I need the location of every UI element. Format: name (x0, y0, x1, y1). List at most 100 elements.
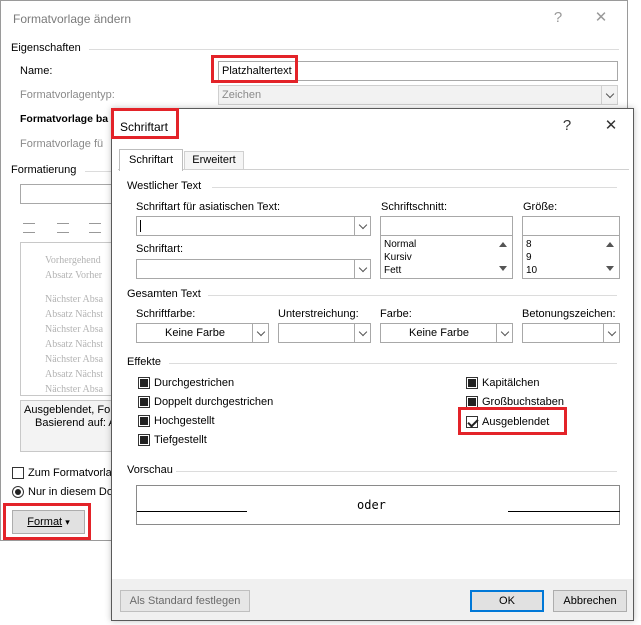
preview-line: Absatz Nächst (45, 369, 104, 380)
scroll-up-icon[interactable] (606, 242, 614, 247)
text-cursor (140, 220, 141, 232)
preview-baseline-right (508, 511, 620, 512)
style-preview-pane: Vorhergehend Absatz Vorher Nächster Absa… (20, 242, 114, 396)
chevron-down-icon[interactable] (252, 324, 268, 342)
list-item[interactable]: Normal (384, 239, 416, 250)
font-color-select[interactable]: Keine Farbe (136, 323, 269, 343)
style-type-label: Formatvorlagentyp: (20, 89, 115, 101)
only-this-document-label: Nur in diesem Do (28, 486, 113, 498)
western-divider (212, 187, 617, 188)
preview-line: Nächster Absa (45, 324, 104, 335)
font-preview-box: oder (136, 485, 620, 525)
strikethrough-label: Durchgestrichen (154, 377, 235, 389)
subscript-checkbox[interactable] (138, 434, 150, 446)
underline-select[interactable] (278, 323, 371, 343)
font-color-value: Keine Farbe (165, 327, 225, 339)
name-label: Name: (20, 65, 53, 77)
emphasis-select[interactable] (522, 323, 620, 343)
section-properties: Eigenschaften (11, 42, 81, 54)
based-on-label: Formatvorlage ba (20, 113, 109, 125)
asian-font-select[interactable] (136, 216, 371, 236)
set-as-default-button[interactable]: Als Standard festlegen (120, 590, 250, 612)
style-type-select[interactable]: Zeichen (218, 85, 618, 105)
cancel-button[interactable]: Abbrechen (553, 590, 627, 612)
all-text-divider (208, 295, 617, 296)
tab-content-border (118, 169, 629, 170)
align-left-icon[interactable] (23, 223, 35, 233)
superscript-label: Hochgestellt (154, 415, 215, 427)
highlight-dialog-title (111, 108, 179, 139)
list-item[interactable]: 10 (526, 265, 537, 276)
superscript-checkbox[interactable] (138, 415, 150, 427)
chevron-down-icon[interactable] (496, 324, 512, 342)
tab-erweitert-label: Erweitert (192, 154, 236, 166)
list-item[interactable]: Kursiv (384, 252, 412, 263)
size-list[interactable]: 8 9 10 (522, 235, 620, 279)
underline-color-label: Farbe: (380, 308, 412, 320)
style-type-value: Zeichen (222, 89, 262, 101)
add-to-gallery-checkbox[interactable] (12, 467, 24, 479)
cancel-button-label: Abbrechen (563, 595, 617, 607)
scroll-down-icon[interactable] (606, 266, 614, 271)
align-right-icon[interactable] (89, 223, 101, 233)
help-icon[interactable]: ? (546, 8, 570, 28)
properties-divider (89, 49, 619, 50)
description-line: Ausgeblendet, Fo (24, 404, 111, 416)
tab-schriftart[interactable]: Schriftart (119, 149, 183, 171)
chevron-down-icon[interactable] (354, 260, 370, 278)
close-icon[interactable]: ✕ (599, 116, 623, 136)
tab-schriftart-label: Schriftart (128, 154, 173, 166)
chevron-down-icon[interactable] (354, 324, 370, 342)
help-icon[interactable]: ? (555, 116, 579, 136)
next-style-label: Formatvorlage fü (20, 138, 104, 150)
underline-label: Unterstreichung: (278, 308, 359, 320)
tab-erweitert[interactable]: Erweitert (184, 151, 244, 169)
ok-button[interactable]: OK (470, 590, 544, 612)
size-scrollbar[interactable] (602, 236, 619, 278)
modify-style-dialog-title: Formatvorlage ändern (13, 12, 132, 26)
font-style-input[interactable] (380, 216, 513, 236)
highlight-name-value (211, 55, 298, 83)
subscript-label: Tiefgestellt (154, 434, 207, 446)
emphasis-label: Betonungszeichen: (522, 308, 616, 320)
preview-line: Nächster Absa (45, 294, 104, 305)
preview-sample-text: oder (357, 498, 386, 512)
underline-color-value: Keine Farbe (409, 327, 469, 339)
section-effects: Effekte (127, 356, 162, 368)
preview-line: Absatz Vorher (45, 270, 103, 281)
font-style-list[interactable]: Normal Kursiv Fett (380, 235, 513, 279)
strikethrough-checkbox[interactable] (138, 377, 150, 389)
list-item[interactable]: 8 (526, 239, 532, 250)
font-style-label: Schriftschnitt: (381, 201, 448, 213)
align-center-icon[interactable] (57, 223, 69, 233)
double-strikethrough-checkbox[interactable] (138, 396, 150, 408)
size-label: Größe: (523, 201, 558, 213)
chevron-down-icon[interactable] (354, 217, 370, 235)
size-input[interactable] (522, 216, 620, 236)
only-this-document-radio[interactable] (12, 486, 24, 498)
close-icon[interactable]: ✕ (589, 8, 613, 28)
set-as-default-label: Als Standard festlegen (129, 595, 241, 607)
underline-color-select[interactable]: Keine Farbe (380, 323, 513, 343)
font-label: Schriftart: (136, 243, 184, 255)
chevron-down-icon[interactable] (601, 86, 617, 104)
chevron-down-icon[interactable] (603, 324, 619, 342)
font-style-scrollbar[interactable] (495, 236, 512, 278)
font-color-label: Schriftfarbe: (136, 308, 196, 320)
small-caps-checkbox[interactable] (466, 377, 478, 389)
section-western-text: Westlicher Text (127, 180, 202, 192)
section-preview: Vorschau (127, 464, 173, 476)
preview-line: Vorhergehend (45, 255, 101, 266)
scroll-down-icon[interactable] (499, 266, 507, 271)
font-select[interactable] (136, 259, 371, 279)
preview-line: Absatz Nächst (45, 309, 104, 320)
list-item[interactable]: 9 (526, 252, 532, 263)
formatting-font-select[interactable] (20, 184, 114, 204)
font-dialog: Schriftart ? ✕ Schriftart Erweitert West… (111, 108, 634, 621)
section-all-text: Gesamten Text (127, 288, 201, 300)
list-item[interactable]: Fett (384, 265, 401, 276)
preview-divider (176, 471, 617, 472)
asian-font-label: Schriftart für asiatischen Text: (136, 201, 281, 213)
scroll-up-icon[interactable] (499, 242, 507, 247)
style-description: Ausgeblendet, Fo Basierend auf: A (20, 400, 116, 452)
